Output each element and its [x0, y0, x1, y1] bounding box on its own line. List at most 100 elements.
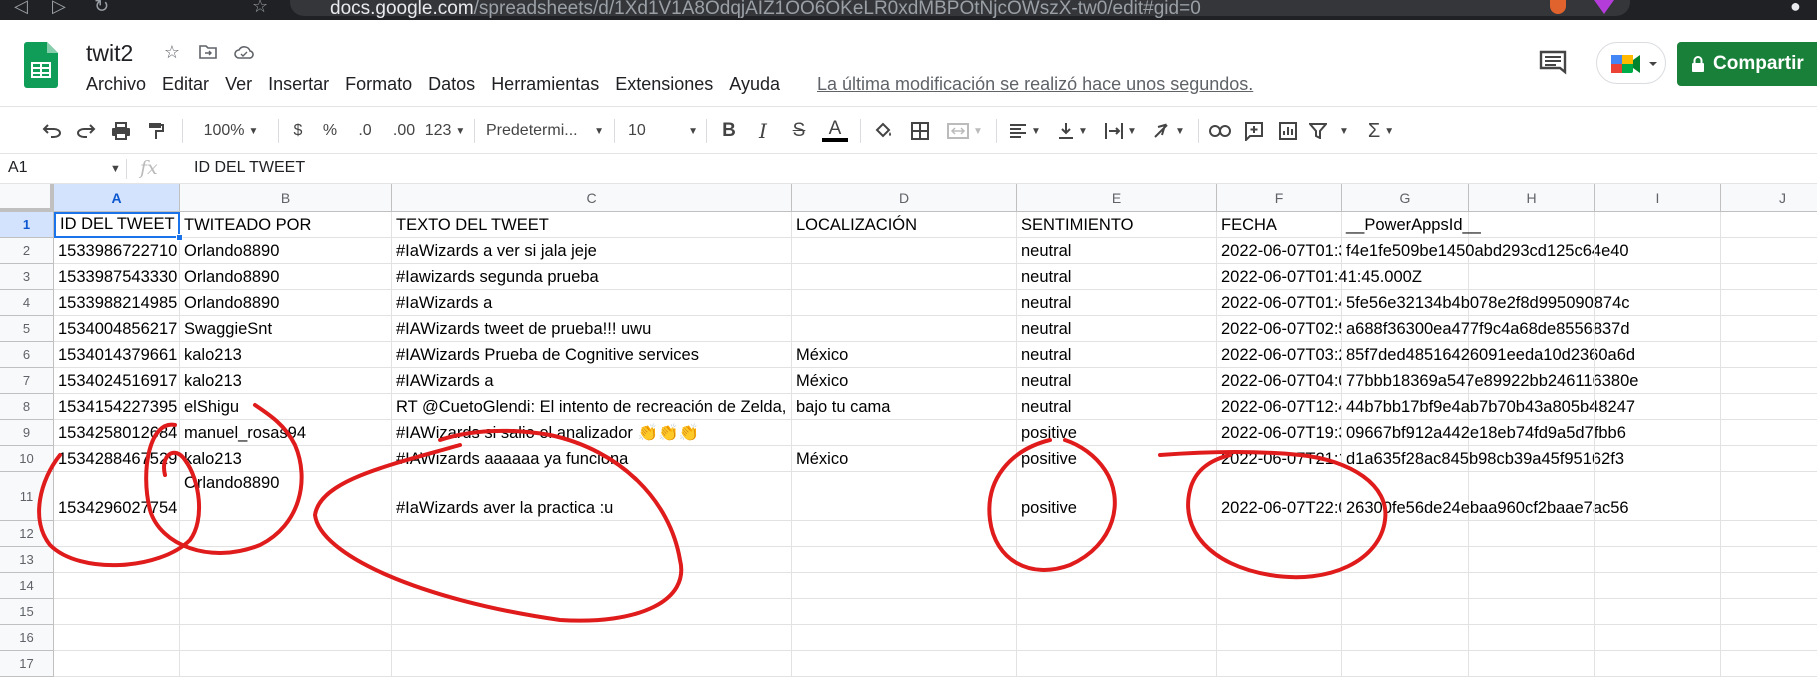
row-header-12[interactable]: 12 [0, 521, 54, 547]
cell-f10[interactable]: 2022-06-07T21:1 [1217, 446, 1342, 472]
star-icon[interactable]: ☆ [160, 40, 184, 64]
extension-icon[interactable] [1594, 0, 1614, 14]
cell-b14[interactable] [180, 573, 392, 599]
move-folder-icon[interactable] [196, 40, 220, 64]
cell-d6[interactable]: México [792, 342, 1017, 368]
cell-d5[interactable] [792, 316, 1017, 342]
cell-d15[interactable] [792, 599, 1017, 625]
cell-f11[interactable]: 2022-06-07T22:0 [1217, 472, 1342, 521]
menu-insertar[interactable]: Insertar [260, 74, 337, 95]
cell-c14[interactable] [392, 573, 792, 599]
cell-b4[interactable]: Orlando8890 [180, 290, 392, 316]
cell-g2[interactable]: f4e1fe509be1450abd293cd125c64e40 [1342, 238, 1629, 264]
cell-h4[interactable] [1469, 290, 1595, 316]
cell-g16[interactable] [1342, 625, 1469, 651]
cell-i8[interactable] [1595, 394, 1721, 420]
cell-b11[interactable]: Orlando8890 [180, 472, 392, 521]
column-header-i[interactable]: I [1595, 184, 1721, 212]
cell-g14[interactable] [1342, 573, 1469, 599]
cell-c8[interactable]: RT @CuetoGlendi: El intento de recreació… [392, 394, 792, 420]
cell-g10[interactable]: d1a635f28ac845b98cb39a45f95162f3 [1342, 446, 1624, 472]
cell-g8[interactable]: 44b7bb17bf9e4ab7b70b43a805b48247 [1342, 394, 1635, 420]
cell-f2[interactable]: 2022-06-07T01:3 [1217, 238, 1342, 264]
vertical-align-icon[interactable]: ▼ [1052, 117, 1094, 145]
cell-a6[interactable]: 1534014379661 [54, 342, 180, 368]
cell-e14[interactable] [1017, 573, 1217, 599]
profile-icon[interactable]: ● [1790, 0, 1801, 17]
cell-h8[interactable] [1469, 394, 1595, 420]
cell-h3[interactable] [1469, 264, 1595, 290]
column-header-a[interactable]: A [54, 184, 180, 212]
cell-c12[interactable] [392, 521, 792, 547]
cell-e12[interactable] [1017, 521, 1217, 547]
cell-e11[interactable]: positive [1017, 472, 1217, 521]
cell-f5[interactable]: 2022-06-07T02:5 [1217, 316, 1342, 342]
cell-i17[interactable] [1595, 651, 1721, 677]
cell-a12[interactable] [54, 521, 180, 547]
cell-d13[interactable] [792, 547, 1017, 573]
insert-chart-icon[interactable] [1274, 117, 1302, 145]
cell-a9[interactable]: 1534258012684 [54, 420, 180, 446]
cell-c17[interactable] [392, 651, 792, 677]
cell-e2[interactable]: neutral [1017, 238, 1217, 264]
cell-g11[interactable]: 26300fe56de24ebaa960cf2baae7ac56 [1342, 472, 1629, 521]
cell-i12[interactable] [1595, 521, 1721, 547]
cell-g1[interactable]: __PowerAppsId__ [1342, 212, 1481, 238]
cell-g15[interactable] [1342, 599, 1469, 625]
row-header-9[interactable]: 9 [0, 420, 54, 446]
cell-i15[interactable] [1595, 599, 1721, 625]
row-header-7[interactable]: 7 [0, 368, 54, 394]
cell-j4[interactable] [1721, 290, 1817, 316]
cell-j7[interactable] [1721, 368, 1817, 394]
cell-h6[interactable] [1469, 342, 1595, 368]
cell-j5[interactable] [1721, 316, 1817, 342]
cell-f13[interactable] [1217, 547, 1342, 573]
cell-d14[interactable] [792, 573, 1017, 599]
cell-h16[interactable] [1469, 625, 1595, 651]
cell-d1[interactable]: LOCALIZACIÓN [792, 212, 1017, 238]
cell-b7[interactable]: kalo213 [180, 368, 392, 394]
italic-button[interactable]: I [750, 117, 776, 145]
cell-a8[interactable]: 1534154227395 [54, 394, 180, 420]
cell-h15[interactable] [1469, 599, 1595, 625]
cell-h14[interactable] [1469, 573, 1595, 599]
cell-i2[interactable] [1595, 238, 1721, 264]
cell-a1[interactable]: ID DEL TWEET [54, 212, 180, 238]
cell-d7[interactable]: México [792, 368, 1017, 394]
cell-h7[interactable] [1469, 368, 1595, 394]
row-header-5[interactable]: 5 [0, 316, 54, 342]
cell-i14[interactable] [1595, 573, 1721, 599]
cell-e1[interactable]: SENTIMIENTO [1017, 212, 1217, 238]
column-header-c[interactable]: C [392, 184, 792, 212]
cell-b17[interactable] [180, 651, 392, 677]
cell-j1[interactable] [1721, 212, 1817, 238]
row-header-14[interactable]: 14 [0, 573, 54, 599]
cell-g12[interactable] [1342, 521, 1469, 547]
row-header-4[interactable]: 4 [0, 290, 54, 316]
font-size-select[interactable]: 10 ▼ [628, 117, 698, 145]
cell-b6[interactable]: kalo213 [180, 342, 392, 368]
cell-i13[interactable] [1595, 547, 1721, 573]
merge-cells-icon[interactable]: ▼ [942, 117, 988, 145]
cell-b5[interactable]: SwaggieSnt [180, 316, 392, 342]
cell-d2[interactable] [792, 238, 1017, 264]
cell-d8[interactable]: bajo tu cama [792, 394, 1017, 420]
row-header-10[interactable]: 10 [0, 446, 54, 472]
cell-b15[interactable] [180, 599, 392, 625]
cell-a4[interactable]: 1533988214985 [54, 290, 180, 316]
cell-b16[interactable] [180, 625, 392, 651]
print-icon[interactable] [107, 117, 135, 145]
cell-j6[interactable] [1721, 342, 1817, 368]
cell-e16[interactable] [1017, 625, 1217, 651]
cell-i4[interactable] [1595, 290, 1721, 316]
cell-h17[interactable] [1469, 651, 1595, 677]
row-header-8[interactable]: 8 [0, 394, 54, 420]
cell-f7[interactable]: 2022-06-07T04:0 [1217, 368, 1342, 394]
cell-h9[interactable] [1469, 420, 1595, 446]
cell-d9[interactable] [792, 420, 1017, 446]
paint-format-icon[interactable] [142, 117, 170, 145]
row-header-15[interactable]: 15 [0, 599, 54, 625]
horizontal-align-icon[interactable]: ▼ [1004, 117, 1046, 145]
cell-e13[interactable] [1017, 547, 1217, 573]
redo-icon[interactable] [72, 117, 100, 145]
